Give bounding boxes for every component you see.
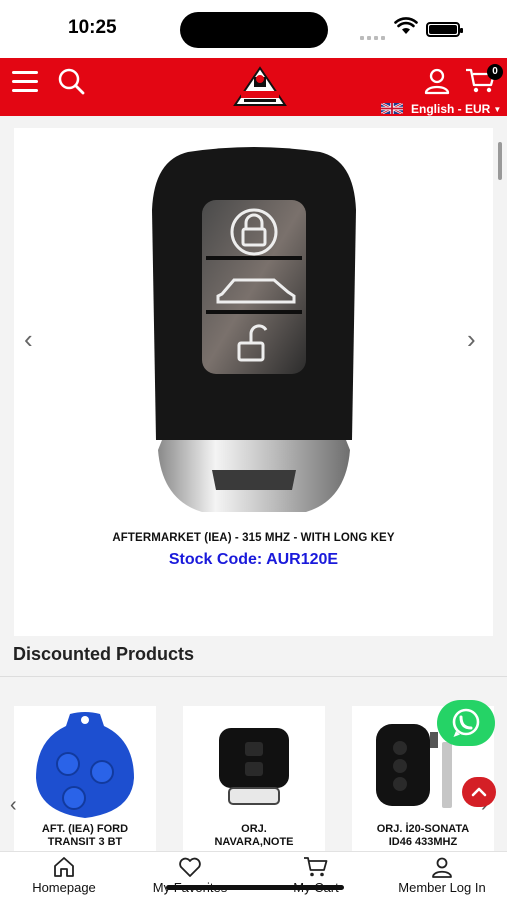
status-time: 10:25	[68, 17, 117, 38]
account-icon[interactable]	[423, 67, 451, 100]
divider	[0, 676, 507, 677]
language-label: English - EUR	[411, 102, 491, 116]
featured-product-slider[interactable]: ‹ › AFTERMARKET (IEA) - 315 MHZ - WITH L…	[14, 128, 493, 636]
whatsapp-icon	[452, 708, 480, 737]
cart-count-badge: 0	[487, 64, 503, 80]
scroll-to-top-button[interactable]	[462, 777, 496, 807]
stock-code: Stock Code: AUR120E	[168, 551, 339, 568]
app-header: 0 English - EUR ▼	[0, 58, 507, 116]
nav-homepage[interactable]: Homepage	[4, 856, 124, 895]
main-content[interactable]: ‹ › AFTERMARKET (IEA) - 315 MHZ - WITH L…	[0, 116, 507, 851]
nav-member-login[interactable]: Member Log In	[382, 856, 502, 895]
dynamic-island	[180, 12, 328, 48]
bottom-nav: Homepage My Favorites My Cart Member Log…	[0, 851, 507, 900]
chevron-down-icon: ▼	[493, 105, 502, 114]
chevron-up-icon	[471, 787, 487, 797]
nissan-key-image[interactable]	[193, 712, 315, 820]
featured-product-title[interactable]: AFTERMARKET (IEA) - 315 MHZ - WITH LONG …	[14, 532, 493, 544]
scrollbar[interactable]	[498, 142, 502, 180]
whatsapp-button[interactable]	[437, 700, 495, 746]
carousel-prev-button[interactable]: ‹	[10, 794, 17, 817]
product-name: ORJ. İ20-SONATA ID46 433MHZ	[376, 823, 470, 848]
menu-icon[interactable]	[12, 71, 38, 93]
product-name: AFT. (IEA) FORD TRANSIT 3 BT	[41, 823, 129, 848]
header-cart-button[interactable]: 0	[465, 64, 503, 100]
keystore-logo[interactable]	[232, 65, 288, 111]
slider-prev-button[interactable]: ‹	[24, 324, 33, 355]
home-indicator[interactable]	[166, 885, 344, 890]
uk-flag-icon	[381, 103, 403, 114]
signal-icon	[360, 27, 388, 45]
discounted-products-heading: Discounted Products	[13, 644, 195, 664]
battery-icon	[426, 22, 463, 37]
smart-key-image[interactable]	[142, 140, 366, 520]
slider-next-button[interactable]: ›	[467, 324, 476, 355]
ford-key-image[interactable]	[24, 712, 146, 820]
home-icon	[54, 857, 74, 877]
search-icon[interactable]	[57, 67, 87, 102]
product-card[interactable]: ORJ. NAVARA,NOTE	[183, 706, 325, 851]
status-bar: 10:25	[0, 0, 507, 58]
user-icon	[432, 857, 452, 878]
product-card[interactable]: AFT. (IEA) FORD TRANSIT 3 BT	[14, 706, 156, 851]
wifi-icon	[394, 17, 418, 40]
language-currency-selector[interactable]: English - EUR ▼	[381, 102, 501, 116]
product-name: ORJ. NAVARA,NOTE	[214, 823, 294, 848]
heart-icon	[179, 857, 201, 877]
cart-icon	[304, 857, 328, 877]
